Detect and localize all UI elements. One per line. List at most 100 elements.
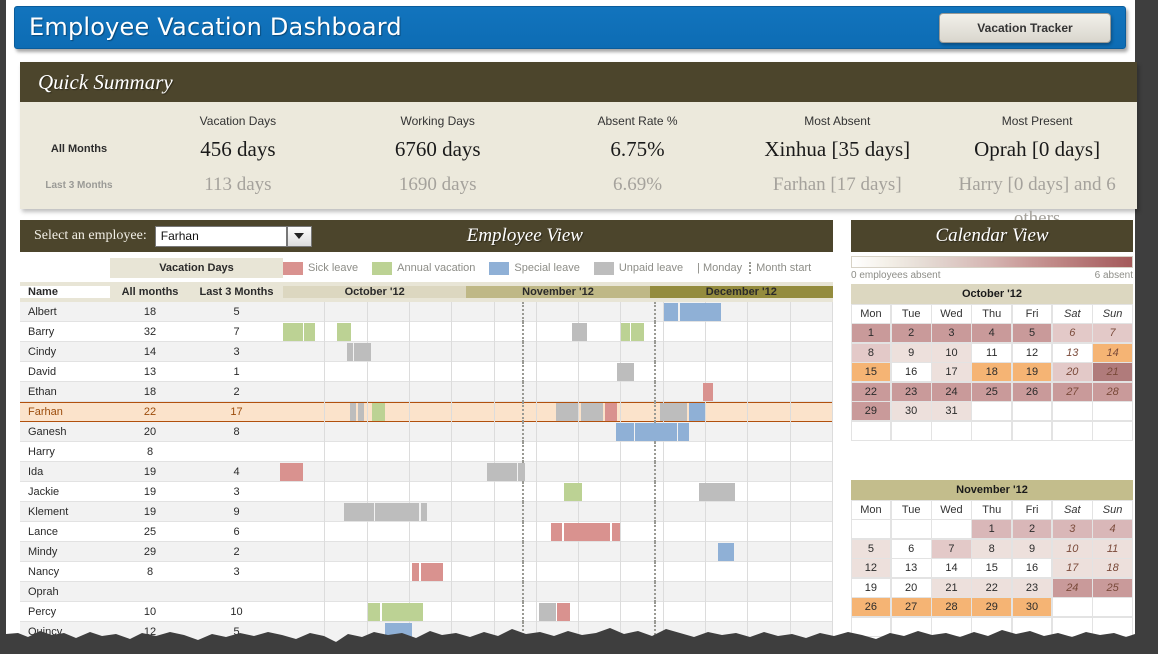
calendar-day[interactable]: 2 [1011,519,1053,539]
calendar-day[interactable]: 10 [931,342,972,363]
calendar-day[interactable]: 26 [850,597,892,617]
calendar-day[interactable]: 18 [1092,558,1133,578]
calendar-day[interactable]: 29 [850,401,892,421]
gantt-bar-unpaid [420,502,428,521]
calendar-day[interactable]: 19 [1011,362,1053,382]
legend-swatch-icon [372,261,393,275]
calendar-day[interactable]: 7 [1092,323,1133,343]
calendar-day[interactable]: 13 [1051,342,1093,363]
calendar-day-empty [1051,401,1093,421]
calendar-day[interactable]: 14 [1092,342,1133,363]
all-months-value: 10 [143,605,157,618]
table-row[interactable]: Barry 32 7 [20,321,833,342]
calendar-day[interactable]: 3 [931,323,972,343]
all-months-value: 14 [143,345,157,358]
last3-months-value: 8 [233,425,240,438]
calendar-dow-wed: Wed [931,303,972,324]
calendar-dow-fri: Fri [1011,499,1053,520]
table-row[interactable]: Ida 19 4 [20,461,833,482]
employee-select[interactable]: Farhan [154,225,312,247]
calendar-day[interactable]: 23 [890,381,932,402]
calendar-day[interactable]: 20 [890,577,932,598]
calendar-day[interactable]: 28 [931,597,972,617]
all-months-value: 25 [143,525,157,538]
calendar-day[interactable]: 20 [1051,362,1093,382]
calendar-day[interactable]: 29 [971,597,1013,617]
calendar-day[interactable]: 28 [1092,381,1133,402]
calendar-day[interactable]: 11 [1092,538,1133,559]
calendar-day[interactable]: 16 [890,362,932,382]
calendar-day-empty [1051,597,1093,617]
calendar-day[interactable]: 14 [931,558,972,578]
calendar-day[interactable]: 12 [1011,342,1053,363]
calendar-day[interactable]: 5 [850,538,892,559]
calendar-day[interactable]: 9 [890,342,932,363]
calendar-day[interactable]: 1 [971,519,1013,539]
calendar-day[interactable]: 30 [890,401,932,421]
table-row[interactable]: Oprah [20,581,833,602]
table-row[interactable]: Farhan 22 17 [20,402,833,422]
vacation-tracker-button[interactable]: Vacation Tracker [939,13,1111,43]
calendar-day[interactable]: 25 [971,381,1013,402]
calendar-day[interactable]: 23 [1011,577,1053,598]
calendar-day[interactable]: 7 [931,538,972,559]
gantt-bar-annual [283,322,304,341]
calendar-day[interactable]: 2 [890,323,932,343]
table-row[interactable]: Cindy 14 3 [20,341,833,362]
calendar-day[interactable]: 15 [971,558,1013,578]
calendar-day[interactable]: 15 [850,362,892,382]
table-row[interactable]: Quincy 12 5 [20,621,833,642]
table-row[interactable]: Klement 19 9 [20,501,833,522]
calendar-day[interactable]: 9 [1011,538,1053,559]
calendar-day[interactable]: 18 [971,362,1013,382]
table-row[interactable]: Ganesh 20 8 [20,421,833,442]
gantt-bar-unpaid [350,403,357,421]
summary-value-all-2: 6.75% [610,137,665,161]
gantt-bar-unpaid [353,342,371,361]
calendar-day[interactable]: 25 [1092,577,1133,598]
calendar-day[interactable]: 22 [850,381,892,402]
calendar-day[interactable]: 4 [1092,519,1133,539]
calendar-day[interactable]: 6 [890,538,932,559]
table-row[interactable]: Harry 8 [20,441,833,462]
calendar-day[interactable]: 11 [971,342,1013,363]
chevron-down-icon[interactable] [286,225,312,247]
table-row[interactable]: Lance 25 6 [20,521,833,542]
calendar-day[interactable]: 26 [1011,381,1053,402]
column-header-last3: Last 3 Months [190,286,283,298]
calendar-day[interactable]: 16 [1011,558,1053,578]
calendar-day[interactable]: 10 [1051,538,1093,559]
table-row[interactable]: Jackie 19 3 [20,481,833,502]
calendar-day[interactable]: 27 [1051,381,1093,402]
calendar-day[interactable]: 24 [1051,577,1093,598]
gantt-bar-sick [412,562,420,581]
calendar-day[interactable]: 12 [850,558,892,578]
employee-table: Name All months Last 3 Months October '1… [20,282,833,642]
calendar-day[interactable]: 3 [1051,519,1093,539]
calendar-day[interactable]: 22 [971,577,1013,598]
table-row[interactable]: Ethan 18 2 [20,381,833,402]
calendar-day[interactable]: 1 [850,323,892,343]
table-row[interactable]: Albert 18 5 [20,301,833,322]
calendar-day[interactable]: 24 [931,381,972,402]
table-row[interactable]: Nancy 8 3 [20,561,833,582]
calendar-day[interactable]: 5 [1011,323,1053,343]
calendar-day[interactable]: 8 [971,538,1013,559]
calendar-day[interactable]: 8 [850,342,892,363]
calendar-day[interactable]: 31 [931,401,972,421]
calendar-day[interactable]: 13 [890,558,932,578]
calendar-day[interactable]: 17 [1051,558,1093,578]
table-row[interactable]: Percy 10 10 [20,601,833,622]
calendar-day[interactable]: 19 [850,577,892,598]
calendar-day[interactable]: 6 [1051,323,1093,343]
table-row[interactable]: David 13 1 [20,361,833,382]
calendar-day[interactable]: 21 [931,577,972,598]
month-start-line-icon [749,262,752,274]
calendar-day[interactable]: 17 [931,362,972,382]
calendar-day[interactable]: 21 [1092,362,1133,382]
table-row[interactable]: Mindy 29 2 [20,541,833,562]
calendar-day[interactable]: 30 [1011,597,1053,617]
calendar-day[interactable]: 4 [971,323,1013,343]
calendar-day[interactable]: 27 [890,597,932,617]
calendar-day-empty [1051,420,1093,441]
